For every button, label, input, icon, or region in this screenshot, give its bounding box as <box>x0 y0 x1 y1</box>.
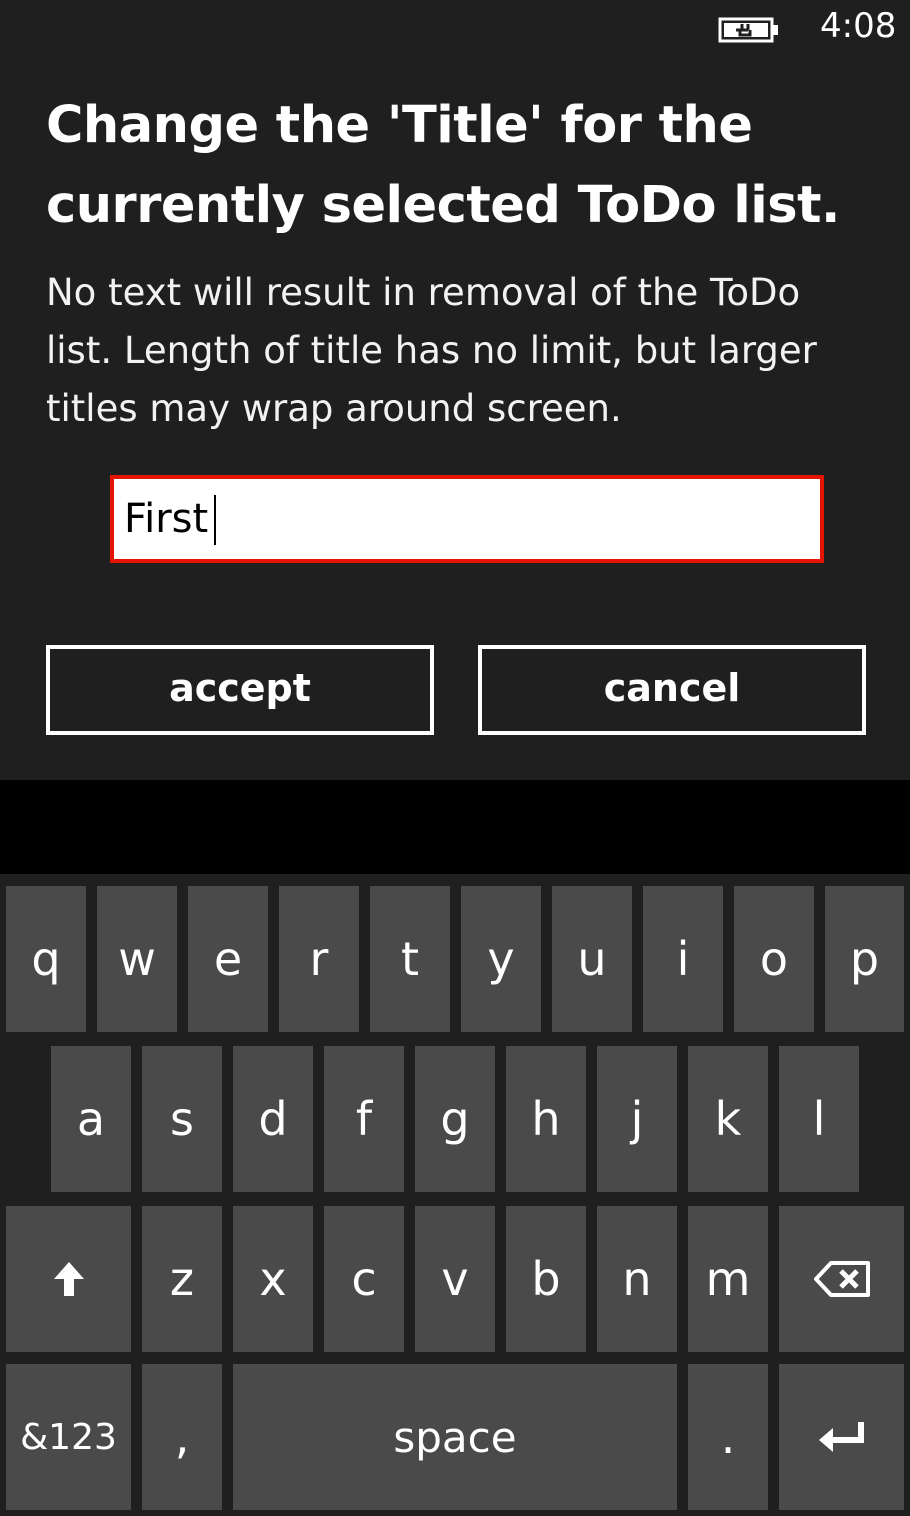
key-o[interactable]: o <box>734 886 814 1032</box>
key-a[interactable]: a <box>51 1046 131 1192</box>
key-n[interactable]: n <box>597 1206 677 1352</box>
battery-charging-icon <box>718 16 780 44</box>
shift-arrow-icon <box>51 1259 87 1299</box>
dialog-title: Change the 'Title' for the currently sel… <box>46 96 840 235</box>
key-s[interactable]: s <box>142 1046 222 1192</box>
status-bar: 4:08 <box>0 0 910 56</box>
enter-icon <box>815 1418 869 1456</box>
key-u[interactable]: u <box>552 886 632 1032</box>
key-t[interactable]: t <box>370 886 450 1032</box>
cancel-button[interactable]: cancel <box>478 645 866 735</box>
key-h[interactable]: h <box>506 1046 586 1192</box>
key-r[interactable]: r <box>279 886 359 1032</box>
key-f[interactable]: f <box>324 1046 404 1192</box>
key-x[interactable]: x <box>233 1206 313 1352</box>
key-p[interactable]: p <box>825 886 904 1032</box>
period-key[interactable]: . <box>688 1364 768 1510</box>
key-q[interactable]: q <box>6 886 86 1032</box>
key-l[interactable]: l <box>779 1046 859 1192</box>
backspace-key[interactable] <box>779 1206 904 1352</box>
text-caret <box>214 495 216 545</box>
key-e[interactable]: e <box>188 886 268 1032</box>
backspace-icon <box>813 1260 871 1298</box>
key-k[interactable]: k <box>688 1046 768 1192</box>
clock: 4:08 <box>820 6 897 46</box>
accept-button[interactable]: accept <box>46 645 434 735</box>
key-b[interactable]: b <box>506 1206 586 1352</box>
space-key[interactable]: space <box>233 1364 677 1510</box>
key-g[interactable]: g <box>415 1046 495 1192</box>
on-screen-keyboard: q w e r t y u i o p a s d f g h j k l z … <box>0 874 910 1516</box>
comma-key[interactable]: , <box>142 1364 222 1510</box>
title-input[interactable] <box>114 479 820 559</box>
dialog: 4:08 Change the 'Title' for the currentl… <box>0 0 910 780</box>
key-y[interactable]: y <box>461 886 541 1032</box>
key-j[interactable]: j <box>597 1046 677 1192</box>
shift-key[interactable] <box>6 1206 131 1352</box>
symbols-key[interactable]: &123 <box>6 1364 131 1510</box>
key-m[interactable]: m <box>688 1206 768 1352</box>
enter-key[interactable] <box>779 1364 904 1510</box>
key-z[interactable]: z <box>142 1206 222 1352</box>
title-input-box[interactable] <box>110 475 824 563</box>
dialog-description: No text will result in removal of the To… <box>46 271 817 430</box>
key-v[interactable]: v <box>415 1206 495 1352</box>
key-d[interactable]: d <box>233 1046 313 1192</box>
key-w[interactable]: w <box>97 886 177 1032</box>
key-i[interactable]: i <box>643 886 723 1032</box>
key-c[interactable]: c <box>324 1206 404 1352</box>
